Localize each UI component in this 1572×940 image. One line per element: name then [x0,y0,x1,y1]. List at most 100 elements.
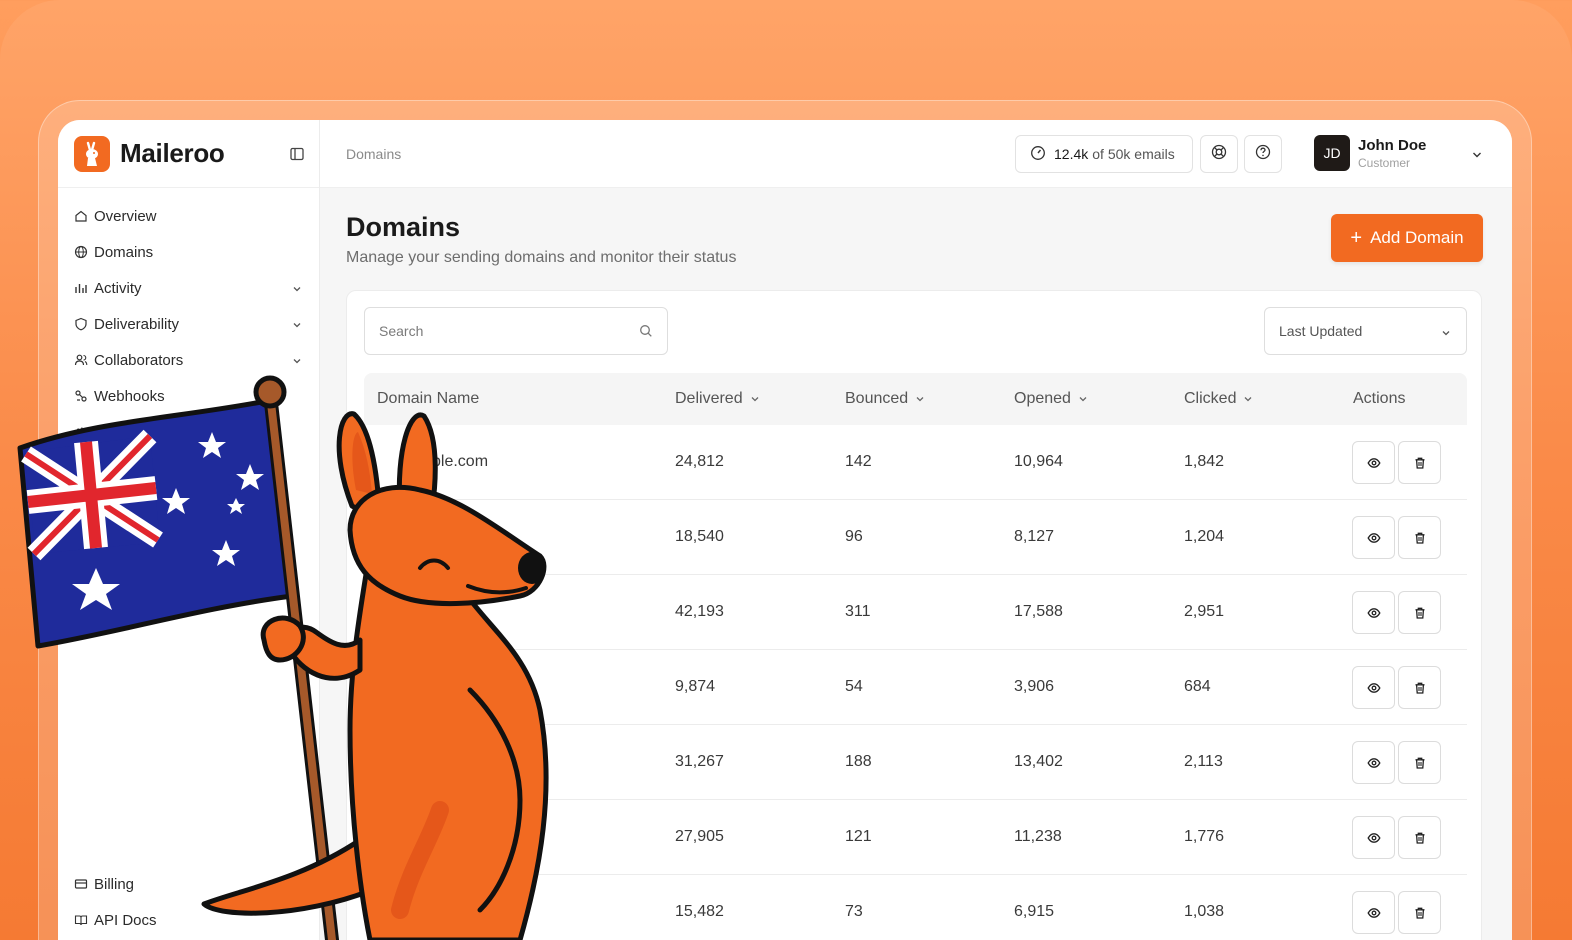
search-input[interactable]: Search [364,307,668,355]
sidebar-item-label: Domains [94,243,154,261]
eye-icon [1366,607,1381,618]
quota-total: of 50k emails [1092,146,1175,162]
sort-select[interactable]: Last Updated [1264,307,1467,355]
chevron-down-icon [1079,397,1087,402]
cell-delivered: 24,812 [675,453,724,470]
delete-button[interactable] [1398,741,1441,784]
page-subtitle: Manage your sending domains and monitor … [346,249,737,266]
sidebar-item-label: Activity [94,279,142,297]
trash-icon [1415,682,1424,694]
view-button[interactable] [1352,516,1395,559]
cell-opened: 6,915 [1014,903,1055,920]
delete-button[interactable] [1398,441,1441,484]
view-button[interactable] [1352,441,1395,484]
cell-bounced: 311 [845,603,871,620]
sidebar-item-api-docs[interactable]: API Docs [58,902,319,938]
cell-clicked: 2,113 [1184,753,1223,770]
breadcrumb[interactable]: Domains [346,146,401,162]
topbar: Domains 12.4k of 50k emails JD John Doe … [320,120,1512,188]
support-button[interactable] [1200,135,1238,173]
table-row[interactable]: 42,193 311 17,588 2,951 [364,575,1467,650]
cell-bounced: 121 [845,828,872,845]
delete-button[interactable] [1398,666,1441,709]
user-info: John Doe Customer [1358,137,1426,170]
table-header: Domain Name Delivered Bounced Opened Cli… [364,373,1467,425]
chevron-down-icon[interactable] [1470,148,1484,162]
column-delivered[interactable]: Delivered [675,390,761,408]
column-domain-name: Domain Name [377,390,479,408]
kangaroo-logo-icon [74,135,110,172]
sidebar-item-collaborators[interactable]: Collaborators [58,342,319,378]
brand-name: Maileroo [120,138,225,168]
table-row[interactable]: m 18,540 96 8,127 1,204 [364,500,1467,575]
delete-button[interactable] [1398,816,1441,859]
delete-button[interactable] [1398,591,1441,634]
code-icon [74,425,88,439]
lifebuoy-icon [1210,143,1228,166]
column-clicked[interactable]: Clicked [1184,390,1254,408]
chevron-down-icon [916,397,924,402]
view-button[interactable] [1352,666,1395,709]
sidebar-item-activity[interactable]: Activity [58,270,319,306]
avatar: JD [1314,135,1350,171]
table-row[interactable]: 15,482 73 6,915 1,038 [364,875,1467,940]
view-button[interactable] [1352,741,1395,784]
table-row[interactable]: 9,874 54 3,906 684 [364,650,1467,725]
help-button[interactable] [1244,135,1282,173]
cell-bounced: 73 [845,903,863,920]
user-name: John Doe [1358,136,1427,154]
sidebar: Maileroo Overview Domains Activity Deliv… [58,120,320,940]
cell-clicked: 1,038 [1184,903,1225,920]
chevron-down-icon[interactable] [291,318,303,330]
book-icon [74,913,88,927]
column-label: Actions [1353,390,1406,407]
cell-clicked: 2,951 [1184,603,1225,620]
delete-button[interactable] [1398,516,1441,559]
chevron-down-icon[interactable] [291,354,303,366]
cell-delivered: 42,193 [675,603,724,620]
chevron-down-icon[interactable] [291,282,303,294]
sidebar-item-webhooks[interactable]: Webhooks [58,378,319,414]
table-row[interactable]: 31,267 188 13,402 2,113 [364,725,1467,800]
sidebar-item-deliverability[interactable]: Deliverability [58,306,319,342]
column-bounced[interactable]: Bounced [845,390,926,408]
trash-icon [1415,907,1424,919]
user-menu[interactable]: JD John Doe Customer [1314,135,1426,171]
column-opened[interactable]: Opened [1014,390,1089,408]
table-row[interactable]: ple.com 24,812 142 10,964 1,842 [364,425,1467,500]
cell-bounced: 142 [845,453,872,470]
sidebar-item-domains[interactable]: Domains [58,234,319,270]
table-body: ple.com 24,812 142 10,964 1,842 m 18,540 96 8,12… [364,425,1467,940]
chevron-down-icon [751,397,759,402]
sidebar-item-applications[interactable]: Applic [58,414,319,450]
cell-domain: ple.com [432,453,489,470]
column-label: Clicked [1184,390,1237,407]
chevron-down-icon [1245,397,1252,402]
user-role: Customer [1358,155,1411,170]
cell-opened: 10,964 [1014,453,1063,470]
sidebar-bottom-nav: Billing API Docs [58,866,319,938]
cell-delivered: 15,482 [675,903,724,920]
cell-opened: 13,402 [1014,753,1063,770]
view-button[interactable] [1352,591,1395,634]
column-label: Opened [1014,390,1071,407]
app-window: Maileroo Overview Domains Activity Deliv… [58,120,1512,940]
brand: Maileroo [58,120,319,188]
cell-opened: 3,906 [1014,678,1055,695]
help-circle-icon [1254,143,1272,166]
search-placeholder: Search [379,323,424,339]
table-row[interactable]: 27,905 121 11,238 1,776 [364,800,1467,875]
delete-button[interactable] [1398,891,1441,934]
add-domain-button[interactable]: + Add Domain [1331,214,1483,262]
sidebar-item-label: Billing [94,875,135,893]
trash-icon [1415,607,1424,619]
view-button[interactable] [1352,891,1395,934]
page-title: Domains [346,212,461,242]
email-quota-badge[interactable]: 12.4k of 50k emails [1015,135,1193,173]
cell-bounced: 96 [845,528,863,545]
sidebar-toggle-icon[interactable] [289,146,305,162]
sidebar-item-billing[interactable]: Billing [58,866,319,902]
trash-icon [1415,532,1424,544]
sidebar-item-overview[interactable]: Overview [58,198,319,234]
view-button[interactable] [1352,816,1395,859]
